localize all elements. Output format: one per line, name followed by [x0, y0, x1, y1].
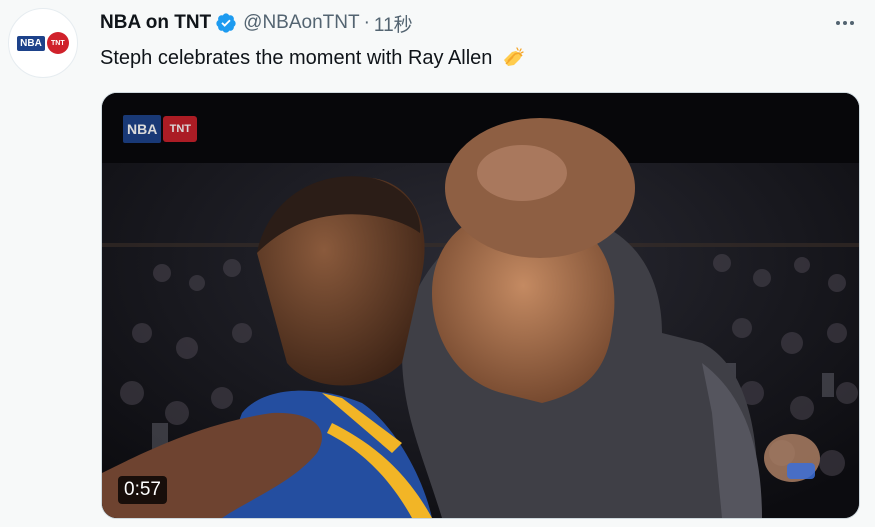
video-thumbnail [102, 93, 859, 518]
broadcast-bug-nba: NBA [123, 115, 162, 143]
avatar-logo-tnt: TNT [46, 32, 69, 54]
video-player[interactable]: NBA TNT 0:57 [101, 92, 860, 519]
tweet-text: Steph celebrates the moment with Ray All… [100, 45, 526, 71]
verified-badge-icon [216, 13, 236, 33]
display-name[interactable]: NBA on TNT [100, 12, 211, 34]
video-duration-badge: 0:57 [118, 476, 167, 504]
avatar-logo-nba: NBA [17, 35, 45, 51]
separator-dot: · [363, 12, 370, 33]
broadcast-bug: NBA TNT [123, 112, 201, 146]
more-options-icon[interactable] [833, 13, 857, 33]
tweet-text-body: Steph celebrates the moment with Ray All… [100, 46, 493, 69]
user-handle[interactable]: @NBAonTNT [243, 12, 359, 34]
tweet[interactable]: NBA TNT NBA on TNT @NBAonTNT · 11秒 Steph… [0, 0, 875, 527]
timestamp[interactable]: 11秒 [374, 10, 413, 37]
profile-avatar[interactable]: NBA TNT [8, 8, 78, 78]
tweet-header: NBA on TNT @NBAonTNT · 11秒 [100, 10, 413, 36]
broadcast-bug-tnt: TNT [163, 116, 198, 142]
clap-emoji-icon [504, 47, 525, 66]
nba-on-tnt-logo: NBA TNT [17, 32, 69, 54]
